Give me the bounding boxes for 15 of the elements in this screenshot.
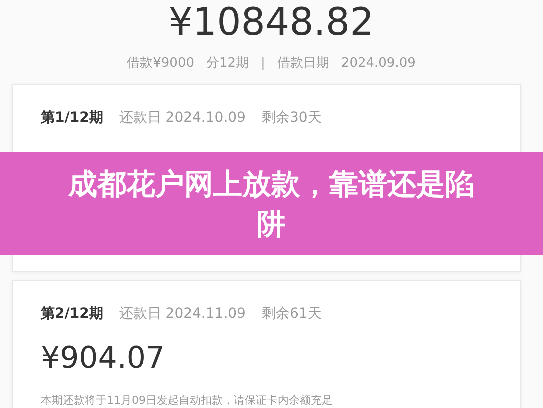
auto-debit-note: 本期还款将于11月09日发起自动扣款，请保证卡内余额充足: [41, 393, 334, 408]
installment-amount: ¥904.07: [41, 341, 166, 377]
period-count: 分12期: [206, 55, 250, 72]
period-label: 第2/12期: [41, 305, 104, 323]
banner-title: 成都花户网上放款，靠谱还是陷阱: [67, 166, 476, 242]
total-amount: ¥10848.82: [168, 0, 374, 44]
days-remaining: 剩余61天: [262, 305, 322, 323]
separator-text: |: [261, 56, 266, 70]
date-label: 借款日期: [277, 55, 330, 72]
period-label: 第1/12期: [41, 109, 104, 127]
loan-amount: 借款¥9000: [127, 55, 194, 72]
days-remaining: 剩余30天: [262, 109, 322, 127]
due-date: 还款日 2024.11.09: [119, 305, 246, 323]
due-date: 还款日 2024.10.09: [119, 109, 246, 127]
loan-date: 2024.09.09: [341, 56, 416, 70]
